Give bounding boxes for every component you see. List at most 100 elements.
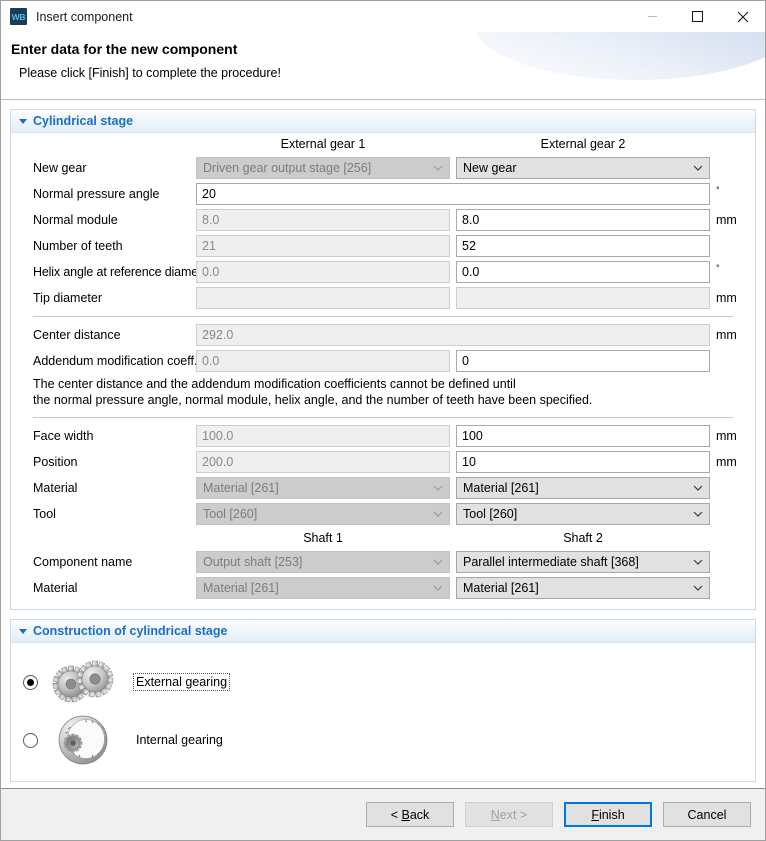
section-cylindrical-stage: Cylindrical stage External gear 1 Extern… bbox=[10, 109, 756, 610]
header-swoosh-decoration bbox=[475, 32, 765, 80]
option-internal-gearing[interactable]: Internal gearing bbox=[11, 711, 755, 769]
material-gear-col2-combobox[interactable]: Material [261] bbox=[456, 477, 710, 499]
page-subtitle: Please click [Finish] to complete the pr… bbox=[19, 66, 281, 80]
chevron-down-icon bbox=[431, 559, 445, 565]
section-body-construction: External gearing bbox=[11, 643, 755, 781]
material-shaft-col1-value: Material [261] bbox=[203, 581, 431, 595]
chevron-down-icon bbox=[431, 165, 445, 171]
row-normal-pressure-angle: Normal pressure angle 20 ° bbox=[11, 181, 755, 207]
number-of-teeth-col2-input[interactable]: 52 bbox=[456, 235, 710, 257]
row-normal-module: Normal module 8.0 8.0 mm bbox=[11, 207, 755, 233]
chevron-down-icon bbox=[19, 119, 27, 124]
row-addendum-modification: Addendum modification coeff. 0.0 0 bbox=[11, 348, 755, 374]
radio-external-gearing[interactable] bbox=[23, 675, 38, 690]
face-width-col2-input[interactable]: 100 bbox=[456, 425, 710, 447]
tool-col1-combobox: Tool [260] bbox=[196, 503, 450, 525]
section-body-cylindrical-stage: External gear 1 External gear 2 New gear… bbox=[11, 133, 755, 609]
cancel-button-label: Cancel bbox=[688, 808, 727, 822]
label-center-distance: Center distance bbox=[11, 328, 196, 342]
column-header-gear2: External gear 2 bbox=[456, 137, 710, 151]
addendum-modification-col1-input: 0.0 bbox=[196, 350, 450, 372]
label-component-name: Component name bbox=[11, 555, 196, 569]
maximize-button[interactable] bbox=[675, 1, 720, 32]
back-button[interactable]: < Back bbox=[366, 802, 454, 827]
tip-diameter-col2-input bbox=[456, 287, 710, 309]
label-helix-angle: Helix angle at reference diameter bbox=[11, 265, 196, 279]
unit-normal-pressure-angle: ° bbox=[710, 185, 720, 195]
option-label-internal-gearing[interactable]: Internal gearing bbox=[134, 732, 225, 748]
tool-col2-combobox[interactable]: Tool [260] bbox=[456, 503, 710, 525]
column-header-shaft2: Shaft 2 bbox=[456, 531, 710, 545]
center-distance-input: 292.0 bbox=[196, 324, 710, 346]
section-header-cylindrical-stage[interactable]: Cylindrical stage bbox=[11, 110, 755, 133]
finish-button-label: Finish bbox=[591, 808, 624, 822]
new-gear-col2-combobox[interactable]: New gear bbox=[456, 157, 710, 179]
unit-tip-diameter: mm bbox=[710, 291, 737, 305]
info-note-line2: the normal pressure angle, normal module… bbox=[33, 392, 755, 408]
material-shaft-col2-combobox[interactable]: Material [261] bbox=[456, 577, 710, 599]
label-tool: Tool bbox=[11, 507, 196, 521]
external-gearing-image bbox=[48, 656, 120, 708]
label-material-shaft: Material bbox=[11, 581, 196, 595]
option-external-gearing[interactable]: External gearing bbox=[11, 653, 755, 711]
row-position: Position 200.0 10 mm bbox=[11, 449, 755, 475]
face-width-col1-input: 100.0 bbox=[196, 425, 450, 447]
label-position: Position bbox=[11, 455, 196, 469]
row-new-gear: New gear Driven gear output stage [256] … bbox=[11, 155, 755, 181]
label-new-gear: New gear bbox=[11, 161, 196, 175]
material-gear-col2-value: Material [261] bbox=[463, 481, 691, 495]
window-controls bbox=[630, 1, 765, 32]
label-normal-module: Normal module bbox=[11, 213, 196, 227]
window-title: Insert component bbox=[36, 10, 133, 24]
tip-diameter-col1-input bbox=[196, 287, 450, 309]
shaft-column-headers: Shaft 1 Shaft 2 bbox=[11, 527, 755, 549]
addendum-modification-col2-input[interactable]: 0 bbox=[456, 350, 710, 372]
next-button-label: Next > bbox=[491, 808, 527, 822]
dialog-header: Enter data for the new component Please … bbox=[1, 32, 765, 100]
normal-module-col2-input[interactable]: 8.0 bbox=[456, 209, 710, 231]
chevron-down-icon bbox=[431, 511, 445, 517]
position-col2-input[interactable]: 10 bbox=[456, 451, 710, 473]
number-of-teeth-col1-input: 21 bbox=[196, 235, 450, 257]
page-title: Enter data for the new component bbox=[11, 41, 237, 57]
section-header-construction[interactable]: Construction of cylindrical stage bbox=[11, 620, 755, 643]
close-button[interactable] bbox=[720, 1, 765, 32]
chevron-down-icon bbox=[19, 629, 27, 634]
component-name-col1-value: Output shaft [253] bbox=[203, 555, 431, 569]
title-bar: WB Insert component bbox=[1, 1, 765, 32]
chevron-down-icon bbox=[691, 585, 705, 591]
chevron-down-icon bbox=[691, 165, 705, 171]
column-header-shaft1: Shaft 1 bbox=[196, 531, 450, 545]
option-label-external-gearing[interactable]: External gearing bbox=[134, 674, 229, 690]
minimize-icon bbox=[647, 11, 658, 22]
component-name-col1-combobox: Output shaft [253] bbox=[196, 551, 450, 573]
unit-position: mm bbox=[710, 455, 737, 469]
divider bbox=[33, 417, 733, 418]
minimize-button[interactable] bbox=[630, 1, 675, 32]
row-material-gear: Material Material [261] Material [261] bbox=[11, 475, 755, 501]
app-icon-label: WB bbox=[12, 12, 26, 22]
cancel-button[interactable]: Cancel bbox=[663, 802, 751, 827]
finish-button[interactable]: Finish bbox=[564, 802, 652, 827]
label-normal-pressure-angle: Normal pressure angle bbox=[11, 187, 196, 201]
normal-pressure-angle-input[interactable]: 20 bbox=[196, 183, 710, 205]
material-gear-col1-value: Material [261] bbox=[203, 481, 431, 495]
normal-module-col1-input: 8.0 bbox=[196, 209, 450, 231]
row-helix-angle: Helix angle at reference diameter 0.0 0.… bbox=[11, 259, 755, 285]
divider bbox=[33, 316, 733, 317]
label-addendum-modification: Addendum modification coeff. bbox=[11, 354, 196, 368]
new-gear-col1-value: Driven gear output stage [256] bbox=[203, 161, 431, 175]
next-button: Next > bbox=[465, 802, 553, 827]
chevron-down-icon bbox=[431, 585, 445, 591]
helix-angle-col2-input[interactable]: 0.0 bbox=[456, 261, 710, 283]
helix-angle-col1-input: 0.0 bbox=[196, 261, 450, 283]
radio-internal-gearing[interactable] bbox=[23, 733, 38, 748]
row-material-shaft: Material Material [261] Material [261] bbox=[11, 575, 755, 601]
dialog-body: Cylindrical stage External gear 1 Extern… bbox=[1, 100, 765, 788]
column-header-gear1: External gear 1 bbox=[196, 137, 450, 151]
component-name-col2-combobox[interactable]: Parallel intermediate shaft [368] bbox=[456, 551, 710, 573]
tool-col2-value: Tool [260] bbox=[463, 507, 691, 521]
chevron-down-icon bbox=[431, 485, 445, 491]
row-center-distance: Center distance 292.0 mm bbox=[11, 322, 755, 348]
internal-gearing-image bbox=[48, 714, 120, 766]
